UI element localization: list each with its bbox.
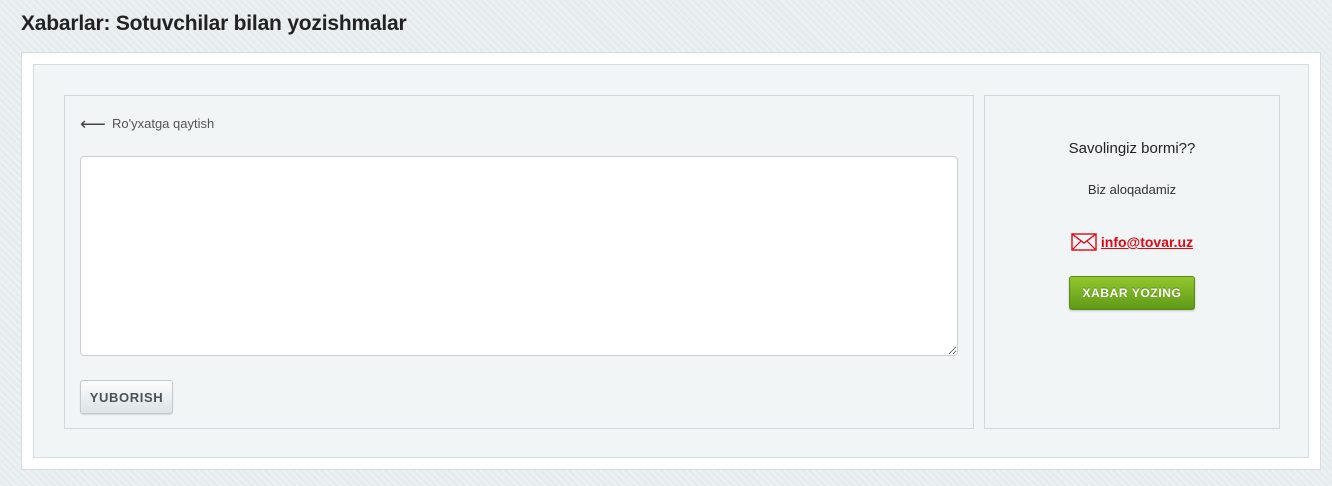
- content-inner: ⟵ Ro'yxatga qaytish YUBORISH Savolingiz …: [33, 64, 1309, 458]
- support-panel: Savolingiz bormi?? Biz aloqadamiz info@t…: [984, 95, 1280, 429]
- back-to-list-label: Ro'yxatga qaytish: [112, 116, 215, 131]
- support-question: Savolingiz bormi??: [1068, 140, 1196, 157]
- send-button[interactable]: YUBORISH: [80, 380, 173, 414]
- support-email-link[interactable]: info@tovar.uz: [1101, 234, 1193, 250]
- support-contact-text: Biz aloqadamiz: [1087, 182, 1177, 197]
- arrow-left-icon: ⟵: [80, 113, 106, 134]
- page-title: Xabarlar: Sotuvchilar bilan yozishmalar: [21, 12, 407, 35]
- envelope-icon: [1071, 233, 1097, 251]
- email-row: info@tovar.uz: [985, 233, 1279, 251]
- write-message-button[interactable]: XABAR YOZING: [1069, 276, 1195, 310]
- back-to-list-link[interactable]: ⟵ Ro'yxatga qaytish: [80, 113, 215, 134]
- content-frame: ⟵ Ro'yxatga qaytish YUBORISH Savolingiz …: [21, 52, 1321, 470]
- conversation-panel: ⟵ Ro'yxatga qaytish YUBORISH: [64, 95, 974, 429]
- message-textarea[interactable]: [80, 156, 958, 356]
